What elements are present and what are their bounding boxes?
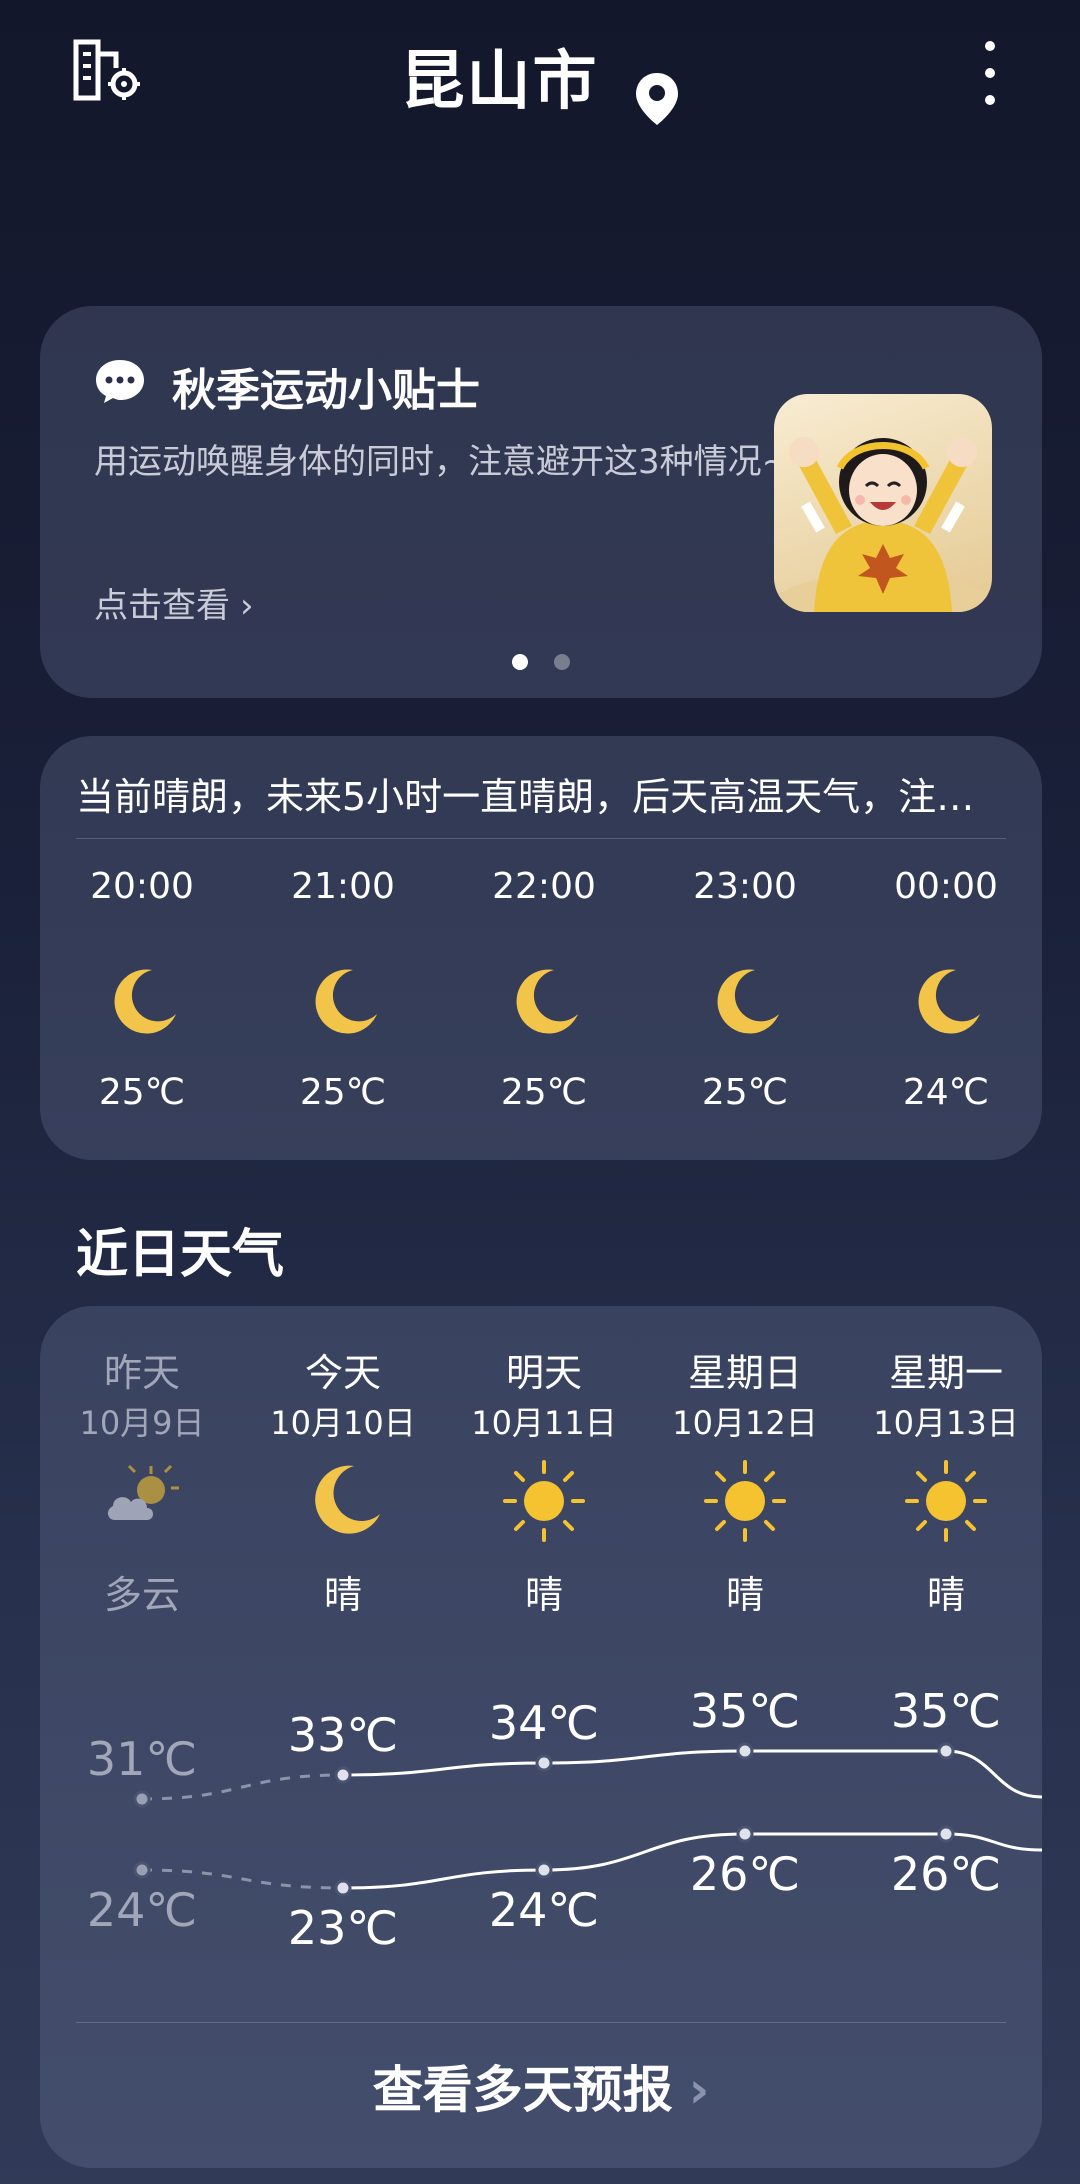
high-temp-label: 35℃: [690, 1684, 800, 1738]
high-temp-line: [342, 1749, 1042, 1799]
low-temp-point: [133, 1861, 151, 1879]
moon-icon: [516, 969, 578, 1034]
hour-item: 00:00 24℃: [876, 866, 1016, 1113]
pager-dot-active: [512, 654, 528, 670]
low-temp-point: [334, 1879, 352, 1897]
hour-item: 22:00 25℃: [474, 866, 614, 1113]
moon-icon: [717, 969, 779, 1034]
hour-item: 20:00 25℃: [72, 866, 212, 1113]
chevron-right-icon: ›: [688, 2061, 710, 2119]
hour-time: 22:00: [492, 866, 596, 907]
low-temp-label: 24℃: [87, 1883, 197, 1937]
view-tip-link[interactable]: 点击查看 ›: [94, 578, 254, 627]
hour-temp: 25℃: [299, 1072, 387, 1113]
top-bar: 昆山市: [0, 0, 1080, 150]
hour-time: 23:00: [693, 866, 797, 907]
view-tip-label: 点击查看: [94, 586, 230, 626]
high-temp-point: [937, 1742, 955, 1760]
tip-description: 用运动唤醒身体的同时，注意避开这3种情况~: [94, 442, 791, 482]
low-temp-point: [736, 1825, 754, 1843]
tip-illustration[interactable]: [774, 394, 992, 612]
high-temp-point: [736, 1742, 754, 1760]
hour-item: 23:00 25℃: [675, 866, 815, 1113]
high-temp-point: [535, 1754, 553, 1772]
tip-title: 秋季运动小贴士: [172, 365, 480, 416]
low-temp-label: 26℃: [891, 1847, 1001, 1901]
view-more-forecast-label: 查看多天预报: [372, 2061, 673, 2119]
high-temp-point: [133, 1790, 151, 1808]
high-temp-label: 35℃: [891, 1684, 1001, 1738]
hour-item: 21:00 25℃: [273, 866, 413, 1113]
hour-temp: 24℃: [902, 1072, 990, 1113]
view-more-forecast-button[interactable]: 查看多天预报 ›: [40, 2050, 1042, 2122]
hour-temp: 25℃: [98, 1072, 186, 1113]
title-area: 昆山市: [0, 30, 1080, 127]
pager-dot: [554, 654, 570, 670]
chevron-right-icon: ›: [240, 586, 254, 626]
recent-weather-title: 近日天气: [76, 1225, 285, 1285]
hourly-forecast-card: 当前晴朗，未来5小时一直晴朗，后天高温天气，注意防暑降温 20:00 25℃ 2…: [40, 736, 1042, 1160]
divider: [76, 838, 1006, 839]
temperature-trend-chart: 31℃ 33℃ 34℃ 35℃ 35℃ 24℃ 23℃ 24℃ 26℃ 26℃: [87, 1684, 1042, 1955]
moon-icon: [114, 969, 176, 1034]
daily-forecast-card: 昨天 10月9日 多云 今天 10月10日 晴 明天 10月11日 晴 星期日 …: [40, 1306, 1042, 2168]
more-vert-icon[interactable]: [970, 38, 1010, 108]
low-temp-label: 24℃: [489, 1883, 599, 1937]
hour-temp: 25℃: [500, 1072, 588, 1113]
high-temp-label: 33℃: [288, 1708, 398, 1762]
girl-cheering-illustration: [774, 437, 992, 612]
chat-bubble-icon: [96, 360, 144, 403]
hour-time: 20:00: [90, 866, 194, 907]
low-temp-label: 23℃: [288, 1901, 398, 1955]
divider: [76, 2022, 1006, 2023]
moon-icon: [315, 969, 377, 1034]
weather-summary[interactable]: 当前晴朗，未来5小时一直晴朗，后天高温天气，注意防暑降温: [76, 766, 1006, 821]
low-temp-point: [535, 1861, 553, 1879]
moon-icon: [918, 969, 980, 1034]
hour-temp: 25℃: [701, 1072, 789, 1113]
hour-time: 21:00: [291, 866, 395, 907]
high-temp-point: [334, 1766, 352, 1784]
city-title[interactable]: 昆山市: [400, 45, 598, 119]
low-temp-point: [937, 1825, 955, 1843]
sports-tip-card[interactable]: 秋季运动小贴士 用运动唤醒身体的同时，注意避开这3种情况~ 点击查看 ›: [40, 306, 1042, 698]
high-temp-label: 34℃: [489, 1696, 599, 1750]
low-temp-label: 26℃: [690, 1847, 800, 1901]
location-pin-icon: [635, 72, 678, 125]
high-temp-label: 31℃: [87, 1732, 197, 1786]
hour-time: 00:00: [894, 866, 998, 907]
